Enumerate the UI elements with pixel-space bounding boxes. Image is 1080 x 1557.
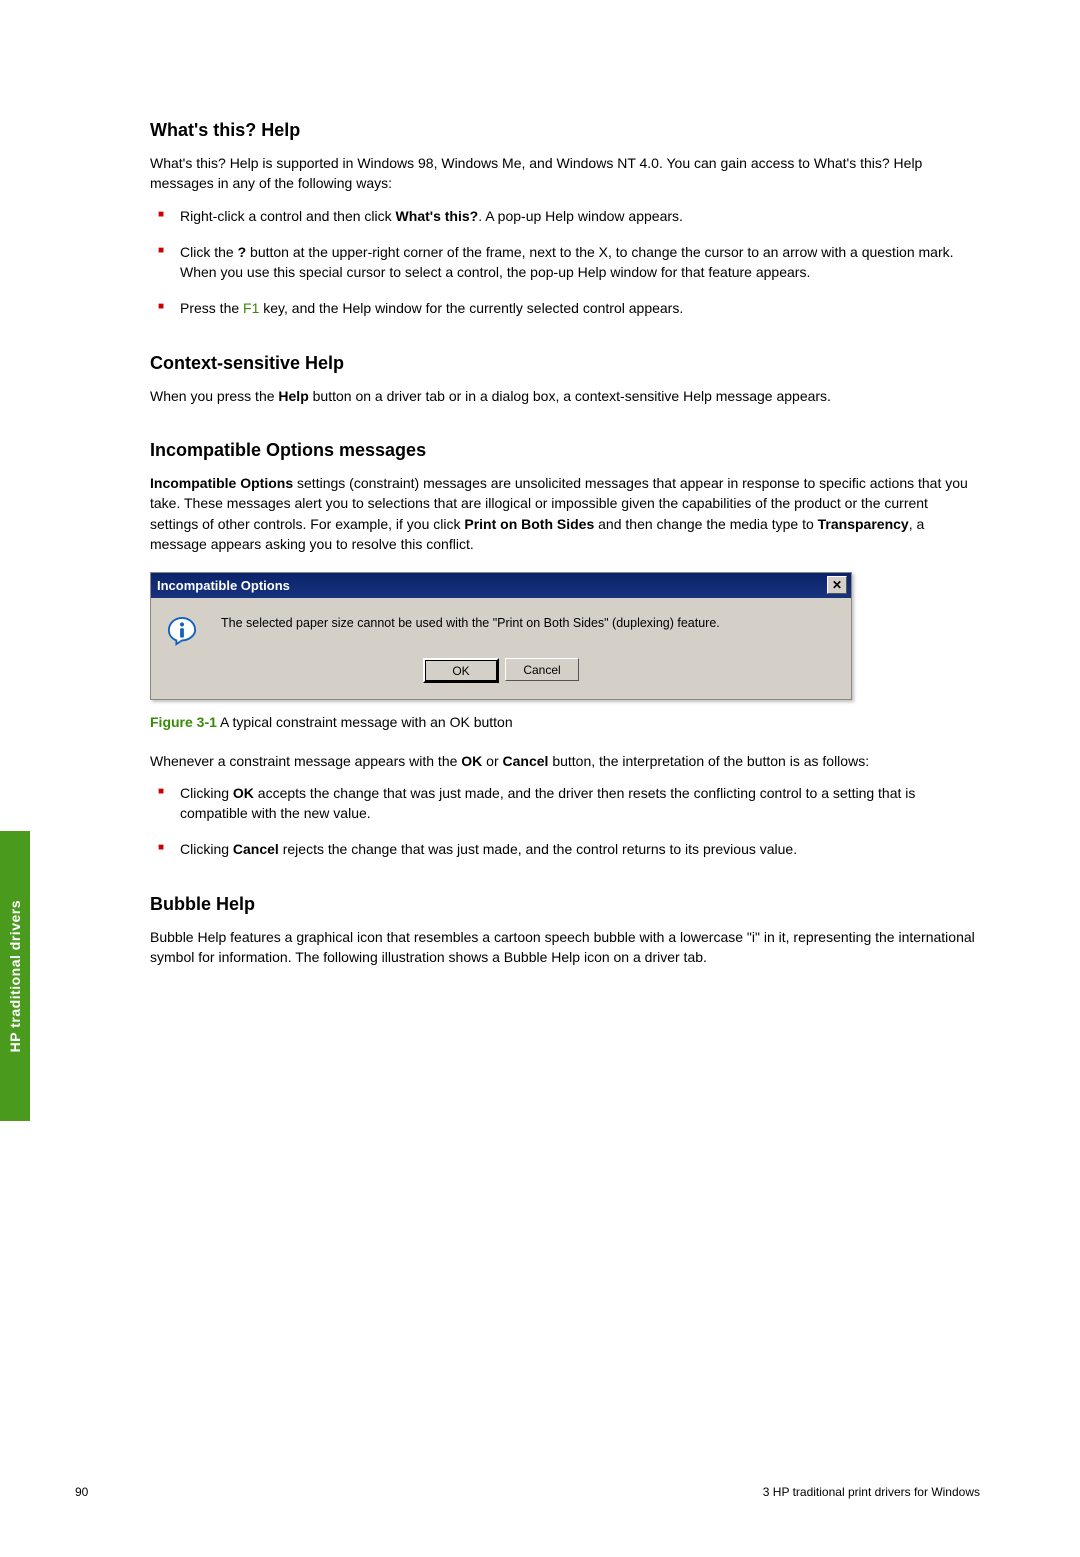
list-item: Clicking Cancel rejects the change that … <box>150 839 980 859</box>
incompatible-options-dialog: Incompatible Options ✕ The selected pape… <box>150 572 852 700</box>
heading-context: Context-sensitive Help <box>150 353 980 374</box>
figure-caption: Figure 3-1 A typical constraint message … <box>150 712 980 732</box>
heading-incompat: Incompatible Options messages <box>150 440 980 461</box>
heading-bubble: Bubble Help <box>150 894 980 915</box>
whats-this-list: Right-click a control and then click Wha… <box>150 206 980 319</box>
dialog-message: The selected paper size cannot be used w… <box>221 616 720 630</box>
page-content: What's this? Help What's this? Help is s… <box>150 120 980 967</box>
dialog-titlebar: Incompatible Options ✕ <box>151 573 851 598</box>
dialog-buttons: OK Cancel <box>151 654 851 699</box>
ok-button[interactable]: OK <box>423 658 499 683</box>
cancel-button[interactable]: Cancel <box>505 658 579 681</box>
side-tab-label: HP traditional drivers <box>7 900 23 1052</box>
page-footer: 90 3 HP traditional print drivers for Wi… <box>75 1485 980 1499</box>
figure-label: Figure 3-1 <box>150 714 217 730</box>
list-item: Click the ? button at the upper-right co… <box>150 242 980 283</box>
list-item: Clicking OK accepts the change that was … <box>150 783 980 824</box>
after-dialog-paragraph: Whenever a constraint message appears wi… <box>150 751 980 771</box>
heading-whats-this: What's this? Help <box>150 120 980 141</box>
list-item: Press the F1 key, and the Help window fo… <box>150 298 980 318</box>
page-number: 90 <box>75 1485 88 1499</box>
bubble-paragraph: Bubble Help features a graphical icon th… <box>150 927 980 968</box>
dialog-title-text: Incompatible Options <box>157 578 290 593</box>
context-paragraph: When you press the Help button on a driv… <box>150 386 980 406</box>
info-icon <box>167 616 197 646</box>
close-icon[interactable]: ✕ <box>827 576 847 594</box>
incompat-paragraph: Incompatible Options settings (constrain… <box>150 473 980 554</box>
whats-this-intro: What's this? Help is supported in Window… <box>150 153 980 194</box>
chapter-label: 3 HP traditional print drivers for Windo… <box>763 1485 980 1499</box>
list-item: Right-click a control and then click Wha… <box>150 206 980 226</box>
f1-key: F1 <box>243 300 259 316</box>
dialog-body: The selected paper size cannot be used w… <box>151 598 851 654</box>
side-tab: HP traditional drivers <box>0 831 30 1121</box>
after-dialog-list: Clicking OK accepts the change that was … <box>150 783 980 860</box>
